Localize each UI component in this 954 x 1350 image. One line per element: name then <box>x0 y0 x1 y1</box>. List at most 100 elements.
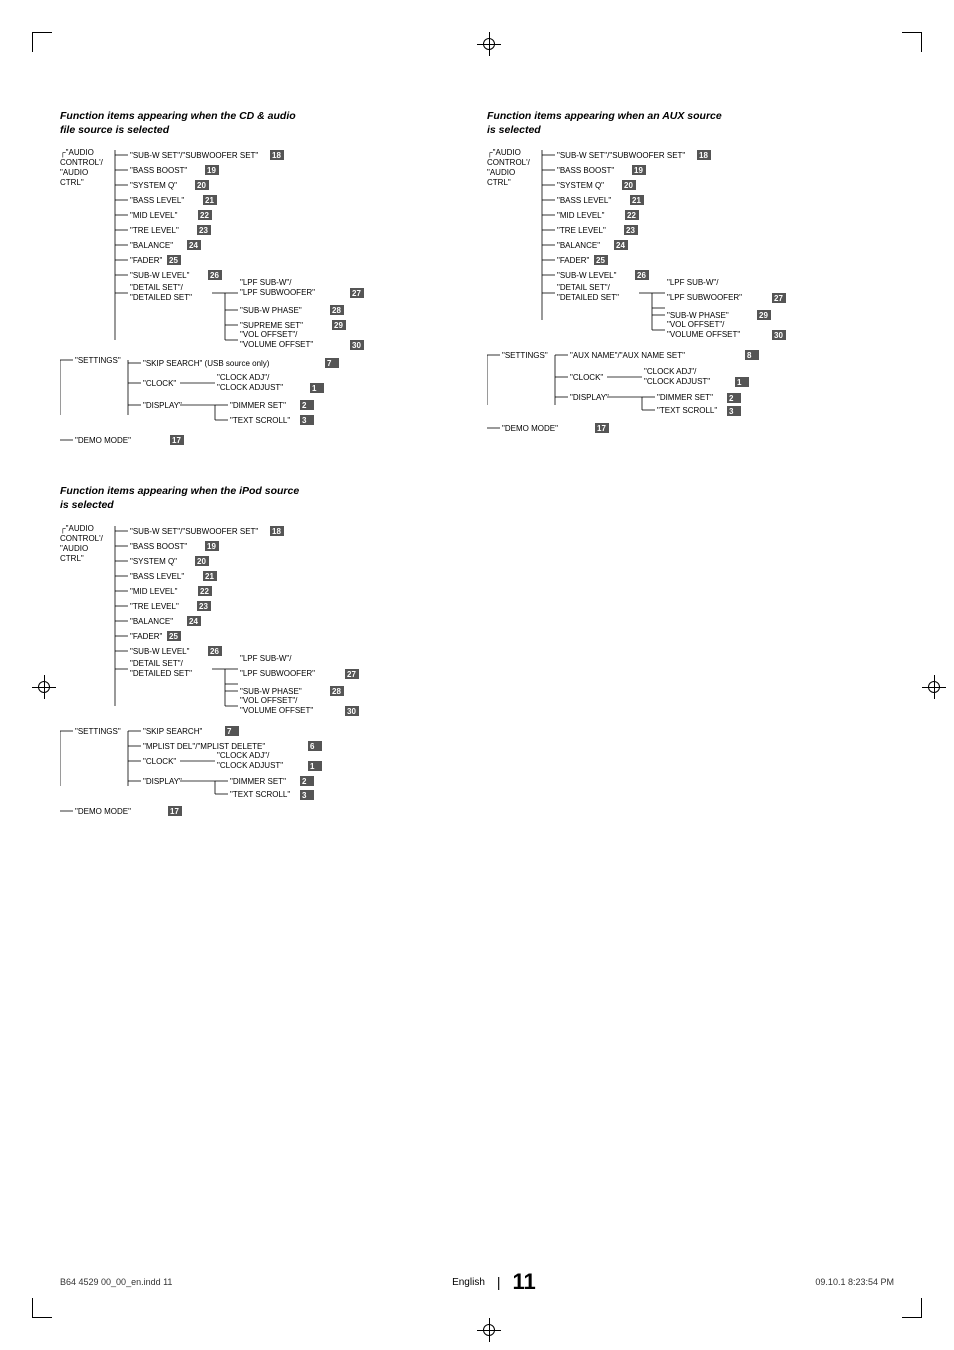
svg-text:"DEMO MODE": "DEMO MODE" <box>75 436 131 445</box>
svg-text:19: 19 <box>207 166 216 175</box>
svg-text:"SETTINGS": "SETTINGS" <box>502 351 548 360</box>
svg-text:25: 25 <box>169 256 178 265</box>
svg-text:"LPF SUB-W"/: "LPF SUB-W"/ <box>240 278 292 287</box>
cd-audio-section: Function items appearing when the CD & a… <box>60 110 467 455</box>
svg-text:"TRE LEVEL": "TRE LEVEL" <box>130 602 179 611</box>
svg-text:"CLOCK": "CLOCK" <box>570 373 603 382</box>
svg-text:1: 1 <box>310 762 315 771</box>
svg-text:27: 27 <box>774 294 783 303</box>
svg-text:CTRL": CTRL" <box>60 554 84 563</box>
svg-text:26: 26 <box>210 271 219 280</box>
svg-text:"LPF SUB-W"/: "LPF SUB-W"/ <box>667 278 719 287</box>
footer-page: English | 11 <box>452 1269 536 1295</box>
svg-text:18: 18 <box>272 151 281 160</box>
svg-text:"SUB-W LEVEL": "SUB-W LEVEL" <box>130 647 190 656</box>
svg-text:"AUDIO: "AUDIO <box>60 544 88 553</box>
svg-text:30: 30 <box>347 707 356 716</box>
svg-text:23: 23 <box>626 226 635 235</box>
svg-text:┌"AUDIO: ┌"AUDIO <box>60 148 94 158</box>
svg-text:"CLOCK ADJ"/: "CLOCK ADJ"/ <box>644 367 697 376</box>
svg-text:"BASS LEVEL": "BASS LEVEL" <box>130 196 184 205</box>
svg-text:"DEMO MODE": "DEMO MODE" <box>75 807 131 816</box>
svg-text:8: 8 <box>747 351 752 360</box>
svg-text:"SETTINGS": "SETTINGS" <box>75 356 121 365</box>
aux-section: Function items appearing when an AUX sou… <box>487 110 894 455</box>
svg-text:"SUB-W SET"/"SUBWOOFER SET": "SUB-W SET"/"SUBWOOFER SET" <box>557 151 685 160</box>
svg-text:"DETAILED SET": "DETAILED SET" <box>130 669 192 678</box>
svg-text:"TRE LEVEL": "TRE LEVEL" <box>130 226 179 235</box>
aux-tree: ┌"AUDIO CONTROL'/ "AUDIO CTRL" "SUB-W SE… <box>487 145 887 455</box>
svg-text:"BASS LEVEL": "BASS LEVEL" <box>557 196 611 205</box>
svg-text:"SUB-W PHASE": "SUB-W PHASE" <box>667 311 729 320</box>
cd-audio-tree: ┌"AUDIO CONTROL'/ "AUDIO CTRL" "SUB-W SE… <box>60 145 460 455</box>
svg-text:28: 28 <box>332 306 341 315</box>
svg-text:"CLOCK ADJ"/: "CLOCK ADJ"/ <box>217 751 270 760</box>
svg-text:18: 18 <box>699 151 708 160</box>
svg-text:┌"AUDIO: ┌"AUDIO <box>60 524 94 534</box>
svg-text:7: 7 <box>227 727 232 736</box>
svg-text:2: 2 <box>302 401 307 410</box>
svg-text:"SUB-W SET"/"SUBWOOFER SET": "SUB-W SET"/"SUBWOOFER SET" <box>130 527 258 536</box>
svg-text:"BALANCE": "BALANCE" <box>557 241 600 250</box>
corner-bracket-tr <box>902 32 922 52</box>
footer: B64 4529 00_00_en.indd 11 English | 11 0… <box>60 1269 894 1295</box>
svg-text:20: 20 <box>197 181 206 190</box>
ipod-section: Function items appearing when the iPod s… <box>60 485 894 820</box>
svg-text:"CLOCK ADJUST": "CLOCK ADJUST" <box>217 761 283 770</box>
svg-text:"SUB-W PHASE": "SUB-W PHASE" <box>240 306 302 315</box>
svg-text:21: 21 <box>205 196 214 205</box>
svg-text:"CLOCK ADJUST": "CLOCK ADJUST" <box>644 377 710 386</box>
svg-text:20: 20 <box>624 181 633 190</box>
corner-bracket-br <box>902 1298 922 1318</box>
svg-text:3: 3 <box>729 407 734 416</box>
svg-text:23: 23 <box>199 602 208 611</box>
svg-text:"DEMO MODE": "DEMO MODE" <box>502 424 558 433</box>
svg-text:"DISPLAY": "DISPLAY" <box>143 401 182 410</box>
svg-text:"CLOCK ADJ"/: "CLOCK ADJ"/ <box>217 373 270 382</box>
svg-text:"SUB-W PHASE": "SUB-W PHASE" <box>240 687 302 696</box>
svg-text:23: 23 <box>199 226 208 235</box>
svg-text:21: 21 <box>205 572 214 581</box>
svg-text:25: 25 <box>169 632 178 641</box>
svg-text:"SETTINGS": "SETTINGS" <box>75 727 121 736</box>
page-separator: | <box>497 1274 501 1290</box>
svg-text:"SYSTEM Q": "SYSTEM Q" <box>130 557 177 566</box>
svg-text:3: 3 <box>302 791 307 800</box>
svg-text:22: 22 <box>200 211 209 220</box>
svg-text:"AUDIO: "AUDIO <box>60 168 88 177</box>
svg-text:CONTROL'/: CONTROL'/ <box>60 534 104 543</box>
svg-text:"BASS BOOST": "BASS BOOST" <box>130 166 187 175</box>
svg-text:2: 2 <box>302 777 307 786</box>
svg-text:"CLOCK": "CLOCK" <box>143 757 176 766</box>
svg-text:"DISPLAY": "DISPLAY" <box>143 777 182 786</box>
svg-text:"DIMMER SET": "DIMMER SET" <box>230 777 286 786</box>
svg-text:"SUPREME SET": "SUPREME SET" <box>240 321 303 330</box>
svg-text:17: 17 <box>597 424 606 433</box>
svg-text:3: 3 <box>302 416 307 425</box>
cd-audio-title: Function items appearing when the CD & a… <box>60 110 467 137</box>
svg-text:6: 6 <box>310 742 315 751</box>
svg-text:27: 27 <box>352 289 361 298</box>
svg-text:29: 29 <box>334 321 343 330</box>
svg-text:"MID LEVEL": "MID LEVEL" <box>130 211 178 220</box>
svg-text:"BASS LEVEL": "BASS LEVEL" <box>130 572 184 581</box>
svg-text:1: 1 <box>737 378 742 387</box>
aux-title: Function items appearing when an AUX sou… <box>487 110 894 137</box>
svg-text:21: 21 <box>632 196 641 205</box>
svg-text:CONTROL'/: CONTROL'/ <box>487 158 531 167</box>
svg-text:30: 30 <box>774 331 783 340</box>
svg-text:┌"AUDIO: ┌"AUDIO <box>487 148 521 158</box>
svg-text:"TRE LEVEL": "TRE LEVEL" <box>557 226 606 235</box>
svg-text:17: 17 <box>170 807 179 816</box>
svg-text:"VOLUME OFFSET": "VOLUME OFFSET" <box>667 330 740 339</box>
svg-text:27: 27 <box>347 670 356 679</box>
svg-text:"LPF SUB-W"/: "LPF SUB-W"/ <box>240 654 292 663</box>
svg-text:CONTROL'/: CONTROL'/ <box>60 158 104 167</box>
ipod-tree: ┌"AUDIO CONTROL'/ "AUDIO CTRL" "SUB-W SE… <box>60 521 510 821</box>
svg-text:25: 25 <box>596 256 605 265</box>
svg-text:"LPF SUBWOOFER": "LPF SUBWOOFER" <box>240 288 315 297</box>
svg-text:"CLOCK": "CLOCK" <box>143 379 176 388</box>
svg-text:"BALANCE": "BALANCE" <box>130 617 173 626</box>
svg-text:26: 26 <box>210 647 219 656</box>
svg-text:26: 26 <box>637 271 646 280</box>
